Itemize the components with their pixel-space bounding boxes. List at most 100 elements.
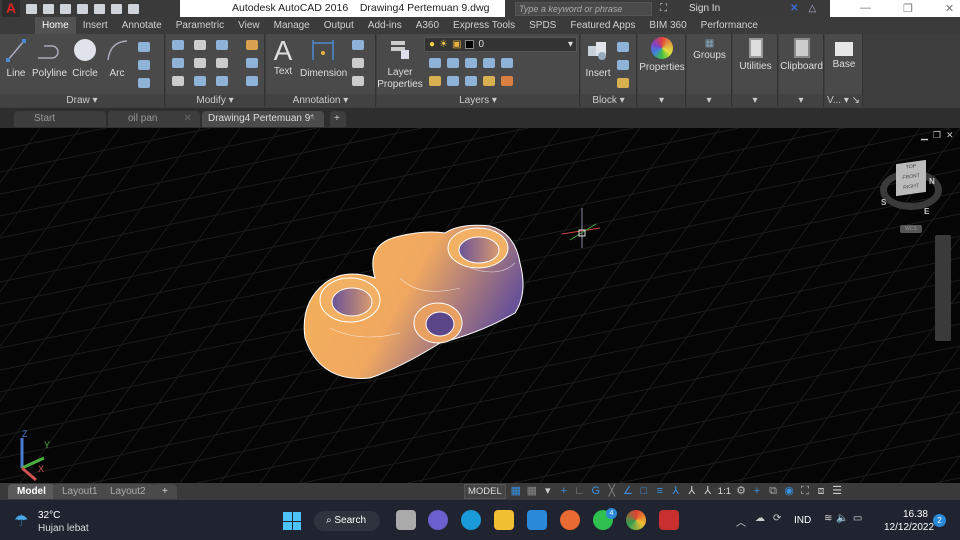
autocad-logo-icon[interactable]: A xyxy=(2,0,20,17)
annotation-scale-icon[interactable]: ⅄ xyxy=(702,486,714,497)
new-tab-button[interactable]: + xyxy=(330,111,346,127)
text-tool[interactable]: A Text xyxy=(270,36,296,78)
tab-home[interactable]: Home xyxy=(35,17,76,34)
redo-icon[interactable] xyxy=(128,3,139,14)
wcs-menu[interactable]: WCS xyxy=(900,225,922,233)
annotation-visibility-icon[interactable]: ⅄ xyxy=(670,486,682,497)
start-button[interactable] xyxy=(283,512,301,530)
file-explorer-icon[interactable] xyxy=(494,510,514,530)
tray-chevron-icon[interactable]: ︿ xyxy=(736,514,746,529)
open-icon[interactable] xyxy=(43,3,54,14)
dimension-tool[interactable]: Dimension xyxy=(300,38,347,79)
clock-time[interactable]: 16.38 xyxy=(884,509,928,520)
layer-tool-icon[interactable] xyxy=(465,58,477,68)
erase-icon[interactable] xyxy=(246,40,258,50)
layer-tool-icon[interactable] xyxy=(447,58,459,68)
sync-icon[interactable]: ⟳ xyxy=(773,513,781,524)
properties-button[interactable]: Properties xyxy=(638,37,686,73)
weather-desc[interactable]: Hujan lebat xyxy=(38,523,89,534)
clock-date[interactable]: 12/12/2022 xyxy=(884,522,934,533)
close-viewport-icon[interactable]: ✕ xyxy=(946,130,954,141)
layer-tool-icon[interactable] xyxy=(501,58,513,68)
tab-output[interactable]: Output xyxy=(317,17,361,34)
compass-n[interactable]: N xyxy=(929,177,935,186)
groups-panel[interactable]: ▦ Groups ▾ xyxy=(687,34,732,107)
tab-featured-apps[interactable]: Featured Apps xyxy=(563,17,642,34)
layer-dropdown[interactable]: ● ☀ ▣ 0 ▾ xyxy=(424,37,577,52)
tab-manage[interactable]: Manage xyxy=(267,17,317,34)
clipboard-button[interactable]: Clipboard xyxy=(779,38,824,72)
rectangle-icon[interactable] xyxy=(138,42,150,52)
hardware-acceleration-icon[interactable]: ◉ xyxy=(783,486,795,497)
tab-parametric[interactable]: Parametric xyxy=(169,17,231,34)
tab-insert[interactable]: Insert xyxy=(76,17,115,34)
edge-icon[interactable] xyxy=(461,510,481,530)
compass-s[interactable]: S xyxy=(881,198,886,207)
plus-icon[interactable]: + xyxy=(751,486,763,497)
maximize-icon[interactable]: ❐ xyxy=(903,2,913,15)
layer-tool-icon[interactable] xyxy=(429,58,441,68)
mail-icon[interactable] xyxy=(527,510,547,530)
tab-express-tools[interactable]: Express Tools xyxy=(446,17,522,34)
autocad-taskbar-icon[interactable] xyxy=(659,510,679,530)
lineweight-icon[interactable]: ≡ xyxy=(654,486,666,497)
minimize-viewport-icon[interactable]: ▁ xyxy=(921,130,928,141)
tab-layout2[interactable]: Layout2 xyxy=(101,484,155,499)
clipboard-expand[interactable]: ▾ xyxy=(779,94,823,107)
annotation-scale[interactable]: 1:1 xyxy=(718,486,731,497)
chrome-icon[interactable] xyxy=(626,510,646,530)
layer-tool-icon[interactable] xyxy=(501,76,513,86)
block-attribute-icon[interactable] xyxy=(617,78,629,88)
tab-layout1[interactable]: Layout1 xyxy=(53,484,107,499)
drawing-viewport[interactable]: Z Y X ▁ ❐ ✕ TOP FRONT RIGHT N S E WCS xyxy=(0,128,960,483)
viewcube[interactable]: TOP FRONT RIGHT xyxy=(896,159,926,197)
layer-tool-icon[interactable] xyxy=(483,58,495,68)
close-icon[interactable]: ✕ xyxy=(308,111,316,127)
tab-bim-360[interactable]: BIM 360 xyxy=(642,17,693,34)
infer-constraints-icon[interactable]: + xyxy=(558,486,570,497)
utilities-panel[interactable]: Utilities ▾ xyxy=(733,34,778,107)
tab-oil-pan[interactable]: oil pan ✕ xyxy=(108,111,200,127)
snap-icon[interactable]: ▦ xyxy=(526,486,538,497)
network-volume-battery-icons[interactable]: ≋🔈▭ xyxy=(824,513,866,524)
add-layout-button[interactable]: + xyxy=(153,484,177,499)
leader-icon[interactable] xyxy=(352,58,364,68)
annotation-panel-title[interactable]: Annotation ▾ xyxy=(266,94,375,107)
language-indicator[interactable]: IND xyxy=(794,515,811,526)
exchange-icon[interactable]: ✕ xyxy=(790,3,798,14)
draw-panel-title[interactable]: Draw ▾ xyxy=(0,94,164,107)
task-view-icon[interactable] xyxy=(396,510,416,530)
layer-properties-button[interactable]: Layer Properties xyxy=(377,38,423,91)
viewcube-front[interactable]: FRONT xyxy=(902,173,919,181)
isolate-icon[interactable]: ⧉ xyxy=(767,486,779,497)
weather-icon[interactable]: ☂ xyxy=(14,511,28,531)
tab-model[interactable]: Model xyxy=(8,484,55,499)
save-icon[interactable] xyxy=(60,3,71,14)
binoculars-icon[interactable]: ⛶ xyxy=(660,3,667,14)
properties-panel[interactable]: Properties ▾ xyxy=(638,34,686,107)
hatch-icon[interactable] xyxy=(138,60,150,70)
fillet-icon[interactable] xyxy=(216,58,228,68)
firefox-icon[interactable] xyxy=(560,510,580,530)
stretch-icon[interactable] xyxy=(172,76,184,86)
viewcube-right[interactable]: RIGHT xyxy=(903,183,919,191)
tab-start[interactable]: Start xyxy=(14,111,106,127)
layer-tool-icon[interactable] xyxy=(465,76,477,86)
table-icon[interactable] xyxy=(352,76,364,86)
grid-icon[interactable]: ▦ xyxy=(510,486,522,497)
minimize-icon[interactable]: — xyxy=(860,2,871,15)
restore-viewport-icon[interactable]: ❐ xyxy=(933,130,941,141)
move-icon[interactable] xyxy=(172,40,184,50)
linear-dim-icon[interactable] xyxy=(352,40,364,50)
clipboard-panel[interactable]: Clipboard ▾ xyxy=(779,34,824,107)
layer-tool-icon[interactable] xyxy=(483,76,495,86)
tab-view[interactable]: View xyxy=(231,17,267,34)
notification-badge[interactable]: 2 xyxy=(933,514,946,527)
object-snap-tracking-icon[interactable]: ∠ xyxy=(622,486,634,497)
autoscale-icon[interactable]: ⅄ xyxy=(686,486,698,497)
polar-icon[interactable]: G xyxy=(590,486,602,497)
compass-e[interactable]: E xyxy=(924,207,929,216)
ortho-icon[interactable]: ∟ xyxy=(574,486,586,497)
tab-spds[interactable]: SPDS xyxy=(522,17,563,34)
circle-tool[interactable]: Circle xyxy=(70,38,100,79)
